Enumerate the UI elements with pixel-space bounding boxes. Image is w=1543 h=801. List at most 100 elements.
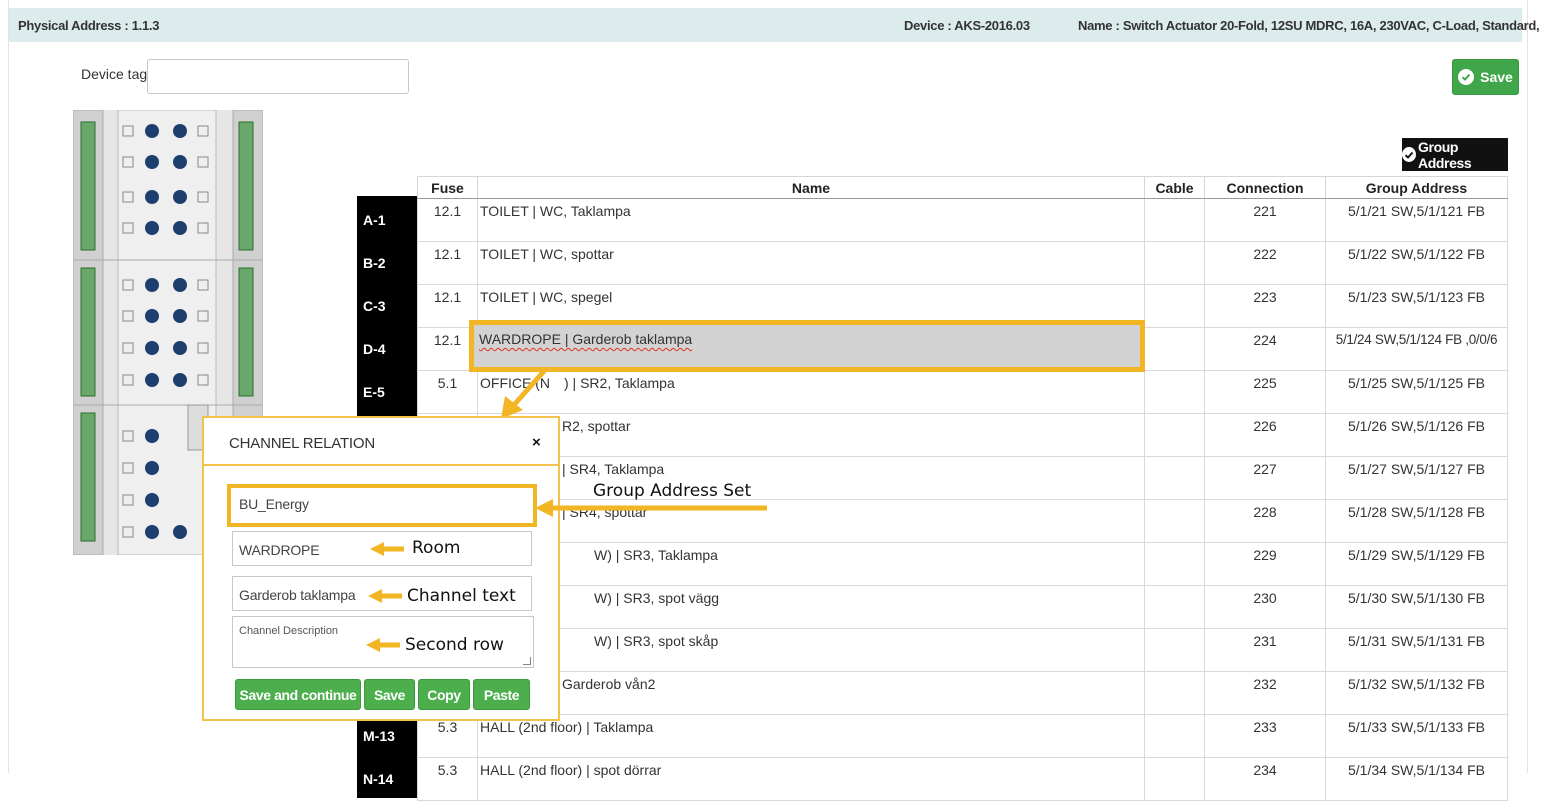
name-cell[interactable]: TOILET | WC, Taklampa (477, 198, 1145, 242)
connection-cell: 222 (1204, 241, 1326, 285)
save-and-continue-button[interactable]: Save and continue (235, 679, 361, 710)
modal-title: CHANNEL RELATION (229, 435, 375, 452)
annotation-second-row: Second row (405, 635, 504, 655)
name-cell-text: W) | SR3, spot skåp (594, 633, 719, 649)
channel-label: A-1 (357, 196, 417, 239)
group-address-cell: 5/1/28 SW,5/1/128 FB (1325, 499, 1508, 543)
channel-label: E-5 (357, 368, 417, 411)
table-row[interactable]: 12.1 TOILET | WC, Taklampa 221 5/1/21 SW… (417, 198, 1508, 242)
channel-label: C-3 (357, 282, 417, 325)
channel-label: D-4 (357, 325, 417, 368)
connection-cell: 228 (1204, 499, 1326, 543)
group-address-cell: 5/1/23 SW,5/1/123 FB (1325, 284, 1508, 328)
cable-cell[interactable] (1144, 714, 1205, 758)
annotation-arrow-icon (535, 499, 767, 517)
name-cell[interactable]: W) | SR3, Taklampa (477, 542, 1145, 586)
fuse-cell: 5.3 (417, 757, 478, 801)
cable-cell[interactable] (1144, 198, 1205, 242)
cable-cell[interactable] (1144, 370, 1205, 414)
save-button[interactable]: Save (1452, 59, 1519, 95)
cable-cell[interactable] (1144, 413, 1205, 457)
table-row[interactable]: W) | SR3, spot vägg 230 5/1/30 SW,5/1/13… (417, 585, 1508, 629)
cable-cell[interactable] (1144, 757, 1205, 801)
annotation-arrow-icon (366, 638, 400, 652)
physical-address: Physical Address : 1.1.3 (18, 18, 160, 33)
cable-cell[interactable] (1144, 628, 1205, 672)
name-cell[interactable]: W) | SR3, spot vägg (477, 585, 1145, 629)
selected-name-text: WARDROPE | Garderob taklampa (479, 331, 693, 347)
table-row[interactable]: 5.3 HALL (2nd floor) | Taklampa 233 5/1/… (417, 714, 1508, 758)
name-cell[interactable]: R2, spottar (477, 413, 1145, 457)
channel-label: N-14 (357, 755, 417, 798)
name-cell-text: W) | SR3, spot vägg (594, 590, 720, 606)
column-header-cable: Cable (1144, 176, 1205, 199)
name-cell[interactable]: | SR4, Taklampa (477, 456, 1145, 500)
connection-cell: 226 (1204, 413, 1326, 457)
name-cell[interactable]: HALL (2nd floor) | Taklampa (477, 714, 1145, 758)
connection-cell: 225 (1204, 370, 1326, 414)
name-cell-text: Garderob vån2 (562, 676, 656, 692)
connection-cell: 227 (1204, 456, 1326, 500)
cable-cell[interactable] (1144, 327, 1205, 371)
connection-cell: 233 (1204, 714, 1326, 758)
name-cell[interactable]: OFFICE (N) | SR2, Taklampa (477, 370, 1145, 414)
modal-header: CHANNEL RELATION × (204, 418, 558, 466)
group-address-cell: 5/1/24 SW,5/1/124 FB ,0/0/6 (1325, 327, 1508, 371)
table-row[interactable]: W) | SR3, spot skåp 231 5/1/31 SW,5/1/13… (417, 628, 1508, 672)
paste-button[interactable]: Paste (473, 679, 530, 710)
close-icon[interactable]: × (532, 434, 541, 451)
connection-cell: 230 (1204, 585, 1326, 629)
group-address-cell: 5/1/33 SW,5/1/133 FB (1325, 714, 1508, 758)
cable-cell[interactable] (1144, 499, 1205, 543)
check-circle-icon (1402, 147, 1417, 162)
modal-save-button[interactable]: Save (364, 679, 415, 710)
column-header-fuse: Fuse (417, 176, 478, 199)
cable-cell[interactable] (1144, 241, 1205, 285)
copy-button[interactable]: Copy (418, 679, 470, 710)
column-header-name: Name (477, 176, 1145, 199)
group-address-cell: 5/1/29 SW,5/1/129 FB (1325, 542, 1508, 586)
channel-relation-modal[interactable]: CHANNEL RELATION × BU_Energy WARDROPE Ga… (202, 416, 560, 721)
connection-cell: 231 (1204, 628, 1326, 672)
fuse-cell: 12.1 (417, 241, 478, 285)
cable-cell[interactable] (1144, 585, 1205, 629)
connection-cell: 223 (1204, 284, 1326, 328)
name-cell[interactable]: TOILET | WC, spottar (477, 241, 1145, 285)
group-address-cell: 5/1/31 SW,5/1/131 FB (1325, 628, 1508, 672)
table-row[interactable]: W) | SR3, Taklampa 229 5/1/29 SW,5/1/129… (417, 542, 1508, 586)
device-tag-input[interactable] (147, 59, 409, 94)
name-cell-text: | SR4, Taklampa (562, 461, 665, 477)
table-row[interactable]: 12.1 TOILET | WC, spottar 222 5/1/22 SW,… (417, 241, 1508, 285)
cable-cell[interactable] (1144, 671, 1205, 715)
name-cell[interactable]: Garderob vån2 (477, 671, 1145, 715)
name-cell-tail: ) | SR2, Taklampa (564, 375, 675, 391)
name-cell[interactable]: HALL (2nd floor) | spot dörrar (477, 757, 1145, 801)
name-cell[interactable]: W) | SR3, spot skåp (477, 628, 1145, 672)
table-row[interactable]: 5.3 HALL (2nd floor) | spot dörrar 234 5… (417, 757, 1508, 801)
annotation-channel-text: Channel text (407, 586, 516, 606)
group-address-button[interactable]: Group Address (1402, 138, 1508, 171)
connection-cell: 232 (1204, 671, 1326, 715)
group-address-cell: 5/1/34 SW,5/1/134 FB (1325, 757, 1508, 801)
connection-cell: 234 (1204, 757, 1326, 801)
annotation-arrow-icon (370, 542, 404, 556)
group-address-set-field[interactable]: BU_Energy (227, 484, 537, 527)
channel-label: B-2 (357, 239, 417, 282)
annotation-group-address-set: Group Address Set (593, 481, 752, 501)
channel-description-placeholder: Channel Description (239, 625, 339, 637)
fuse-cell: 5.1 (417, 370, 478, 414)
group-address-button-label: Group Address (1418, 138, 1472, 171)
cable-cell[interactable] (1144, 284, 1205, 328)
table-row[interactable]: R2, spottar 226 5/1/26 SW,5/1/126 FB (417, 413, 1508, 457)
cable-cell[interactable] (1144, 456, 1205, 500)
table-row[interactable]: Garderob vån2 232 5/1/32 SW,5/1/132 FB (417, 671, 1508, 715)
group-address-cell: 5/1/26 SW,5/1/126 FB (1325, 413, 1508, 457)
fuse-cell: 12.1 (417, 198, 478, 242)
group-address-cell: 5/1/25 SW,5/1/125 FB (1325, 370, 1508, 414)
resize-handle-icon[interactable] (523, 657, 531, 665)
cable-cell[interactable] (1144, 542, 1205, 586)
table-row[interactable]: 5.1 OFFICE (N) | SR2, Taklampa 225 5/1/2… (417, 370, 1508, 414)
table-row[interactable]: | SR4, Taklampa 227 5/1/27 SW,5/1/127 FB (417, 456, 1508, 500)
connection-cell: 221 (1204, 198, 1326, 242)
check-circle-icon (1458, 69, 1475, 85)
